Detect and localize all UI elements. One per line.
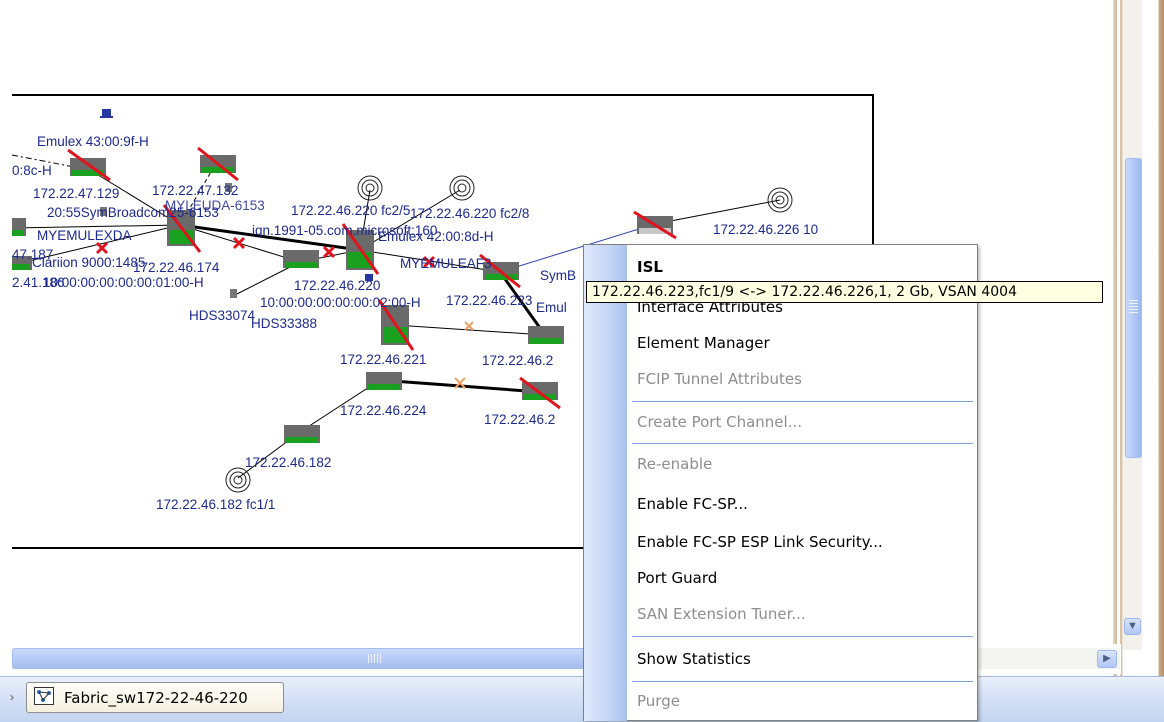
menu-item-element-manager[interactable]: Element Manager [637,334,770,352]
node-label: 172.22.46.220 fc2/5 [291,203,411,218]
fault-mark-icon [232,236,246,250]
scroll-right-button[interactable]: ▶ [1097,650,1117,668]
menu-item-create-port-channel[interactable]: Create Port Channel... [637,413,802,431]
menu-item-re-enable[interactable]: Re-enable [637,455,712,473]
node-label: 47.187 [12,247,54,262]
node-label: 172.22.46.182 [245,455,332,470]
node-label: Emul [536,300,567,315]
menu-item-isl[interactable]: ISL [637,258,663,276]
host-icon [230,289,237,298]
context-menu-gutter [584,245,627,721]
node-label: 172.22.46.220 fc2/8 [410,206,530,221]
node-label: Emulex 42:00:8d-H [378,229,494,244]
topology-diagram[interactable] [0,0,1164,721]
switch-icon [283,250,319,268]
menu-item-fcip-tunnel-attributes[interactable]: FCIP Tunnel Attributes [637,370,802,388]
switch-icon [12,218,26,236]
node-label: 10:00:00:00:00:00:02:00-H [260,295,421,310]
link-tooltip: 172.22.46.223,fc1/9 <-> 172.22.46.226,1,… [586,281,1103,303]
fault-mark-icon [322,245,336,259]
node-label: 172.22.46.226 10 [713,222,819,237]
switch-icon [633,210,677,240]
node-label: HDS33074 [189,308,256,323]
menu-separator [632,401,973,402]
switch-icon [519,376,561,410]
horizontal-scrollbar-thumb[interactable] [12,648,587,669]
storage-ring-icon [225,467,251,493]
host-icon [102,109,111,116]
node-label: MYEMULEXDA [37,228,132,243]
node-label: MYEMULEAF3 [400,256,492,271]
node-label: Emulex 43:00:9f-H [37,134,149,149]
menu-item-enable-fc-sp-esp[interactable]: Enable FC-SP ESP Link Security... [637,533,883,551]
chevron-right-icon: ▶ [1103,653,1111,664]
node-label: 172.22.46.220 [294,278,381,293]
fabric-map-icon [34,687,54,705]
node-label: 10:00:00:00:00:00:01:00-H [43,275,204,290]
node-label: 172.22.46.224 [340,403,427,418]
menu-item-port-guard[interactable]: Port Guard [637,569,717,587]
menu-item-purge[interactable]: Purge [637,692,680,710]
node-label: MYLEUDA-6153 [165,198,265,213]
node-label: 172.22.46.182 fc1/1 [156,497,276,512]
menu-item-show-statistics[interactable]: Show Statistics [637,650,751,668]
menu-separator [632,681,973,682]
switch-icon [284,425,320,443]
scrollbar-grip-icon [368,654,382,663]
node-label: HDS33388 [251,316,318,331]
node-label: 172.22.46.2 [482,353,554,368]
fault-mark-icon [95,241,109,255]
menu-item-san-extension-tuner[interactable]: SAN Extension Tuner... [637,605,806,623]
menu-item-enable-fc-sp[interactable]: Enable FC-SP... [637,495,748,513]
warning-marks [454,321,474,389]
node-label: 0:8c-H [12,163,52,178]
switch-icon [197,146,239,182]
link-line [654,199,781,225]
storage-ring-icon [357,175,383,201]
switch-icon [528,326,564,344]
menu-separator [632,636,973,637]
warning-mark-icon [464,321,474,331]
fabric-window-tab-label: Fabric_sw172-22-46-220 [64,689,248,707]
node-label: 172.22.46.221 [340,352,427,367]
node-label: 172.22.47.132 [152,183,239,198]
storage-ring-icon [449,175,475,201]
switch-icon [366,372,402,390]
menu-separator [632,443,973,444]
chevron-right-icon[interactable]: › [10,690,14,704]
node-label: 172.22.46.174 [133,260,220,275]
node-label: 172.22.46.223 [446,293,533,308]
node-label: 172.22.47.129 [33,186,120,201]
node-label: 172.22.46.2 [484,412,556,427]
host-icon [100,116,113,118]
switch-icon [67,148,111,182]
node-label: SymB [540,268,577,283]
